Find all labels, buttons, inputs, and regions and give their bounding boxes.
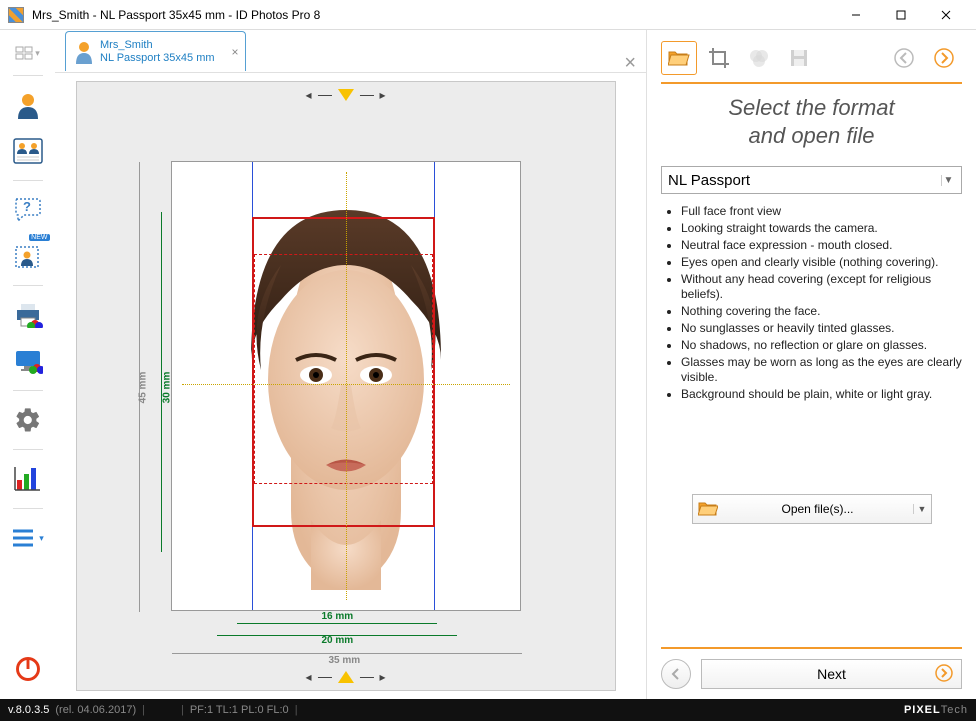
grid-tool-button[interactable]: ▾ [8,40,48,66]
open-files-button[interactable]: Open file(s)... ▼ [692,494,932,524]
folder-icon [693,501,723,517]
rule-item: Glasses may be worn as long as the eyes … [681,355,962,385]
photo-height-label: 45 mm [137,372,148,404]
nav-back-button[interactable] [886,41,922,75]
person-icon [74,40,94,64]
new-photo-button[interactable]: NEW [8,236,48,276]
workspace: Mrs_Smith NL Passport 35x45 mm × × ◂▸ ◂▸… [55,30,646,699]
chevron-down-icon[interactable]: ▼ [913,504,931,514]
format-selected-value: NL Passport [668,172,750,189]
rule-item: Nothing covering the face. [681,304,962,319]
save-button [781,41,817,75]
contacts-button[interactable] [8,131,48,171]
format-select[interactable]: NL Passport ▼ [661,166,962,194]
status-bar: v.8.0.3.5 (rel. 04.06.2017) || PF:1 TL:1… [0,699,976,721]
settings-button[interactable] [8,400,48,440]
left-toolbar: ▾ ? NEW [0,30,55,699]
close-all-tabs-button[interactable]: × [624,52,636,75]
power-button[interactable] [10,651,46,687]
nav-forward-button[interactable] [926,41,962,75]
crosshair-v [346,172,347,600]
right-toolbar [661,38,962,78]
document-tabs: Mrs_Smith NL Passport 35x45 mm × × [55,30,646,73]
monitor-button[interactable] [8,341,48,381]
tab-name: Mrs_Smith [100,39,215,52]
brand-label: PIXELTech [904,704,968,716]
crosshair-h [182,384,510,385]
window-title: Mrs_Smith - NL Passport 35x45 mm - ID Ph… [32,8,320,22]
arrow-right-icon [935,664,953,685]
rule-item: Looking straight towards the camera. [681,221,962,236]
chevron-down-icon: ▼ [941,175,955,186]
window-maximize-button[interactable] [878,0,923,29]
new-badge: NEW [29,234,49,241]
photo-width-label: 35 mm [329,655,361,666]
prev-step-button[interactable] [661,659,691,689]
print-button[interactable] [8,295,48,335]
photo-frame [171,161,521,611]
list-menu-button[interactable]: ▾ [8,518,48,558]
rule-item: Without any head covering (except for re… [681,272,962,302]
help-chat-button[interactable]: ? [8,190,48,230]
person-button[interactable] [8,85,48,125]
open-files-label: Open file(s)... [723,502,913,516]
photo-canvas[interactable]: ◂▸ ◂▸ 45 mm 30 mm 26 mm [76,81,616,691]
tab-close-button[interactable]: × [232,45,239,59]
format-rules-list: Full face front view Looking straight to… [667,204,962,404]
panel-heading: Select the formatand open file [661,94,962,150]
document-tab[interactable]: Mrs_Smith NL Passport 35x45 mm × [65,31,246,71]
next-step-button[interactable]: Next [701,659,962,689]
stats-button[interactable] [8,459,48,499]
app-icon [8,7,24,23]
bottom-crop-handle[interactable]: ◂▸ [305,670,385,684]
open-folder-button[interactable] [661,41,697,75]
face-box-inner [254,254,433,484]
color-adjust-button [741,41,777,75]
rule-item: Background should be plain, white or lig… [681,387,962,402]
next-label: Next [817,666,846,682]
top-crop-handle[interactable]: ◂▸ [305,88,385,102]
face-width-16: 16 mm [322,611,354,622]
right-panel: Select the formatand open file NL Passpo… [646,30,976,699]
status-counters: PF:1 TL:1 PL:0 FL:0 [190,704,289,716]
svg-text:?: ? [23,199,31,214]
crop-button[interactable] [701,41,737,75]
rule-item: No shadows, no reflection or glare on gl… [681,338,962,353]
rule-item: Full face front view [681,204,962,219]
status-version: v.8.0.3.5 [8,704,49,716]
window-minimize-button[interactable] [833,0,878,29]
window-titlebar: Mrs_Smith - NL Passport 35x45 mm - ID Ph… [0,0,976,30]
face-width-20: 20 mm [322,635,354,646]
rule-item: Eyes open and clearly visible (nothing c… [681,255,962,270]
rule-item: Neutral face expression - mouth closed. [681,238,962,253]
tab-format: NL Passport 35x45 mm [100,52,215,65]
status-release: (rel. 04.06.2017) [55,704,136,716]
window-close-button[interactable] [923,0,968,29]
rule-item: No sunglasses or heavily tinted glasses. [681,321,962,336]
